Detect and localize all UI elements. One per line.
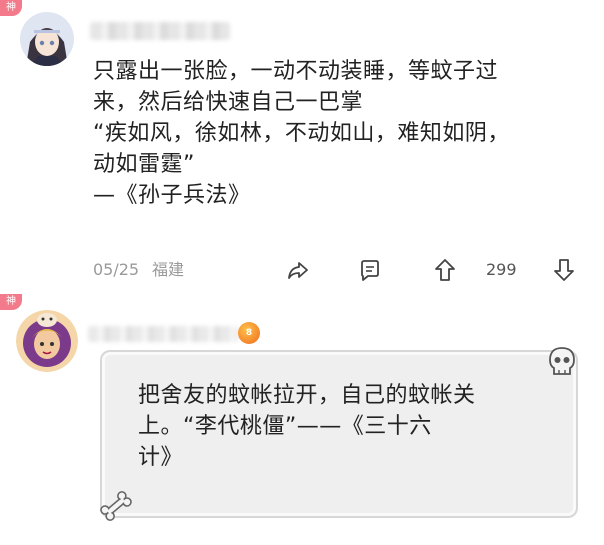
skull-icon <box>549 347 575 375</box>
user-avatar[interactable] <box>20 12 74 66</box>
username-blurred[interactable] <box>88 326 238 342</box>
downvote-button[interactable] <box>550 256 578 284</box>
comment-text-line: “疾如风，徐如林，不动如山，难知如阴， <box>93 121 510 146</box>
avatar-illustration <box>16 310 78 372</box>
bone-icon <box>100 491 132 521</box>
share-icon <box>288 262 308 279</box>
user-avatar[interactable] <box>16 310 78 372</box>
arrow-up-icon <box>435 259 455 281</box>
comment-text-line: —《孙子兵法》 <box>93 183 251 208</box>
comment-text: 把舍友的蚊帐拉开，自己的蚊帐关 上。“李代桃僵”——《三十六 计》 <box>138 380 558 473</box>
username-blurred[interactable] <box>90 22 230 40</box>
comment-text-line: 计》 <box>138 445 184 470</box>
reply-button[interactable] <box>356 256 384 284</box>
comment-text-line: 上。“李代桃僵”——《三十六 <box>138 414 432 439</box>
comment-text-line: 来，然后给快速自己一巴掌 <box>93 90 364 115</box>
god-comment-tag: 神 <box>0 0 22 16</box>
like-count: 299 <box>486 260 517 279</box>
upvote-button[interactable] <box>431 256 459 284</box>
comment-text-line: 只露出一张脸，一动不动装睡，等蚊子过 <box>93 59 499 84</box>
arrow-down-icon <box>554 259 574 281</box>
avatar-illustration <box>20 12 74 66</box>
comment-text-line: 动如雷霆” <box>93 152 195 177</box>
comment-date: 05/25 <box>93 260 140 279</box>
god-comment-tag: 神 <box>0 294 22 310</box>
comment-icon <box>361 260 379 281</box>
comment-text-line: 把舍友的蚊帐拉开，自己的蚊帐关 <box>138 383 476 408</box>
comment-location: 福建 <box>152 260 185 279</box>
level-badge: 8 <box>238 322 260 344</box>
comment-text: 只露出一张脸，一动不动装睡，等蚊子过 来，然后给快速自己一巴掌 “疾如风，徐如林… <box>93 56 573 211</box>
share-button[interactable] <box>284 256 312 284</box>
